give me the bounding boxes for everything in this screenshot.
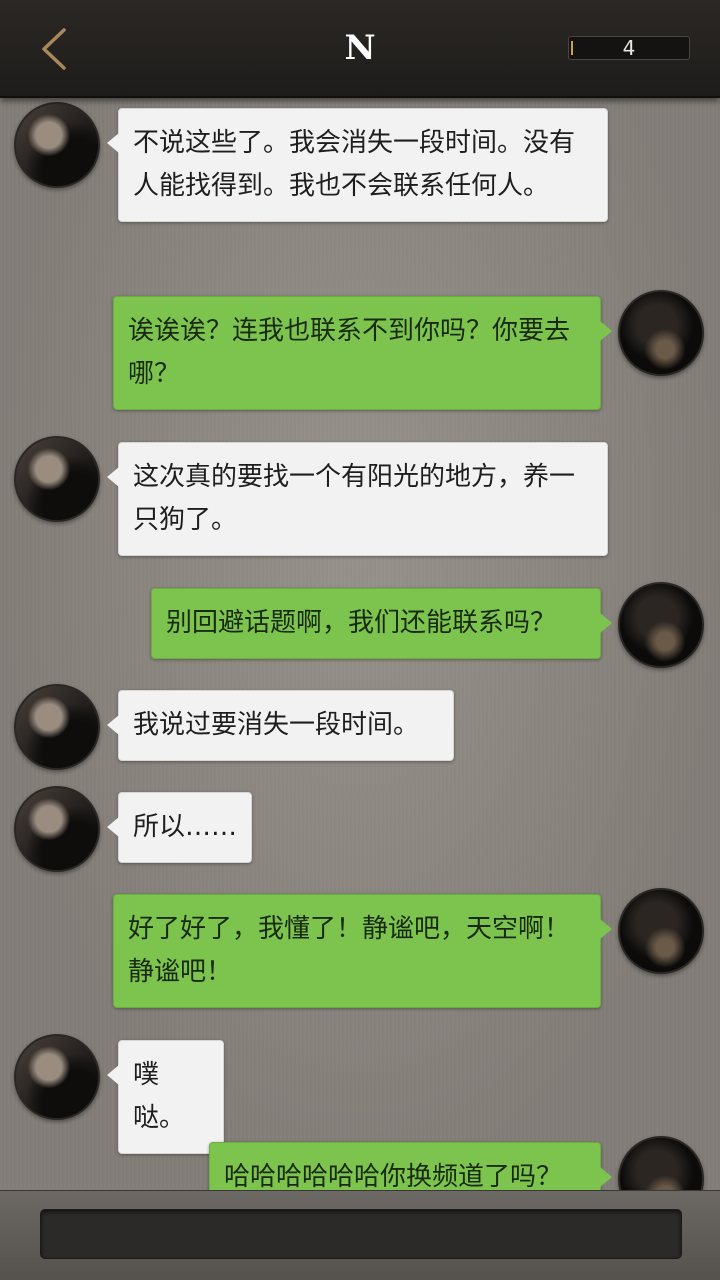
header-bar: N 4 — [0, 0, 720, 98]
message-bubble-outgoing: 好了好了，我懂了！静谧吧，天空啊！静谧吧！ — [113, 894, 612, 1008]
back-button[interactable] — [30, 24, 78, 74]
user-avatar[interactable] — [618, 888, 704, 974]
message-bubble-outgoing: 别回避话题啊，我们还能联系吗？ — [151, 588, 612, 659]
message-bubble-outgoing: 哈哈哈哈哈哈你换频道了吗？ — [209, 1142, 612, 1190]
chat-area[interactable]: 不说这些了。我会消失一段时间。没有人能找得到。我也不会联系任何人。 诶诶诶？连我… — [0, 98, 720, 1190]
user-avatar[interactable] — [618, 290, 704, 376]
message-bubble-outgoing: 诶诶诶？连我也联系不到你吗？你要去哪？ — [113, 296, 612, 410]
input-footer — [0, 1190, 720, 1280]
contact-avatar[interactable] — [14, 786, 100, 872]
contact-avatar[interactable] — [14, 102, 100, 188]
message-bubble-incoming: 所以…… — [107, 792, 252, 863]
message-counter: 4 — [568, 36, 690, 60]
message-bubble-incoming: 不说这些了。我会消失一段时间。没有人能找得到。我也不会联系任何人。 — [107, 108, 608, 222]
message-bubble-incoming: 我说过要消失一段时间。 — [107, 690, 454, 761]
user-avatar[interactable] — [618, 1136, 704, 1190]
chevron-left-icon — [42, 28, 66, 70]
message-bubble-incoming: 噗哒。 — [107, 1040, 224, 1154]
contact-avatar[interactable] — [14, 684, 100, 770]
message-bubble-incoming: 这次真的要找一个有阳光的地方，养一只狗了。 — [107, 442, 608, 556]
message-input[interactable] — [40, 1209, 682, 1259]
contact-avatar[interactable] — [14, 436, 100, 522]
user-avatar[interactable] — [618, 582, 704, 668]
contact-avatar[interactable] — [14, 1034, 100, 1120]
